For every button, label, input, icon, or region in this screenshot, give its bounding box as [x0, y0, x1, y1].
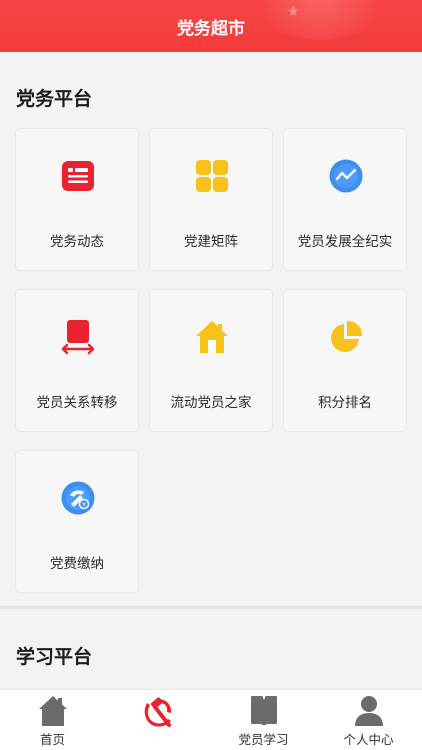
home-icon [193, 318, 231, 356]
tile-points-ranking[interactable]: 积分排名 [283, 289, 407, 432]
page-title: 党务超市 [177, 19, 245, 39]
tab-label: 个人中心 [343, 732, 394, 747]
trend-chart-icon [327, 157, 365, 195]
book-icon [247, 694, 281, 728]
payment-globe-icon: ¥ [59, 479, 97, 517]
tile-label: 流动党员之家 [170, 395, 252, 411]
pie-chart-icon [327, 318, 365, 356]
tile-relation-transfer[interactable]: 党员关系转移 [15, 289, 139, 432]
party-emblem-icon [141, 696, 175, 730]
tile-label: 党员关系转移 [36, 395, 118, 411]
study-platform-section: 学习平台 [0, 609, 422, 689]
party-platform-title: 党务平台 [16, 88, 93, 110]
transfer-icon [59, 318, 97, 356]
tab-label: 首页 [39, 732, 65, 747]
tile-party-matrix[interactable]: 党建矩阵 [149, 128, 273, 271]
app-header: ★ 党务超市 [0, 0, 422, 52]
tile-party-news[interactable]: 党务动态 [15, 128, 139, 271]
tile-label: 党员发展全纪实 [297, 234, 393, 250]
study-platform-title: 学习平台 [16, 646, 93, 668]
home-icon [36, 694, 70, 728]
bottom-tab-bar: 首页 党员学习 个人中心 [0, 689, 422, 750]
user-icon [352, 694, 386, 728]
tab-member-study[interactable]: 党员学习 [211, 690, 316, 750]
tab-label: 党员学习 [238, 732, 289, 747]
tile-member-development[interactable]: 党员发展全纪实 [283, 128, 407, 271]
tile-label: 党费缴纳 [50, 556, 104, 572]
svg-text:¥: ¥ [82, 502, 86, 509]
tab-party-emblem[interactable] [105, 690, 210, 750]
party-platform-section: 党务平台 党务动态 党建矩阵 党员发展全纪实 党员关系转移 流动党员之家 积分排… [0, 52, 422, 606]
tile-mobile-member-home[interactable]: 流动党员之家 [149, 289, 273, 432]
tab-personal-center[interactable]: 个人中心 [316, 690, 421, 750]
tab-home[interactable]: 首页 [0, 690, 105, 750]
tile-party-fee-payment[interactable]: ¥ 党费缴纳 [15, 450, 139, 593]
tile-label: 党建矩阵 [184, 234, 238, 250]
news-list-icon [59, 157, 97, 195]
tile-label: 积分排名 [318, 395, 372, 411]
tile-label: 党务动态 [50, 234, 104, 250]
grid-icon [193, 157, 231, 195]
